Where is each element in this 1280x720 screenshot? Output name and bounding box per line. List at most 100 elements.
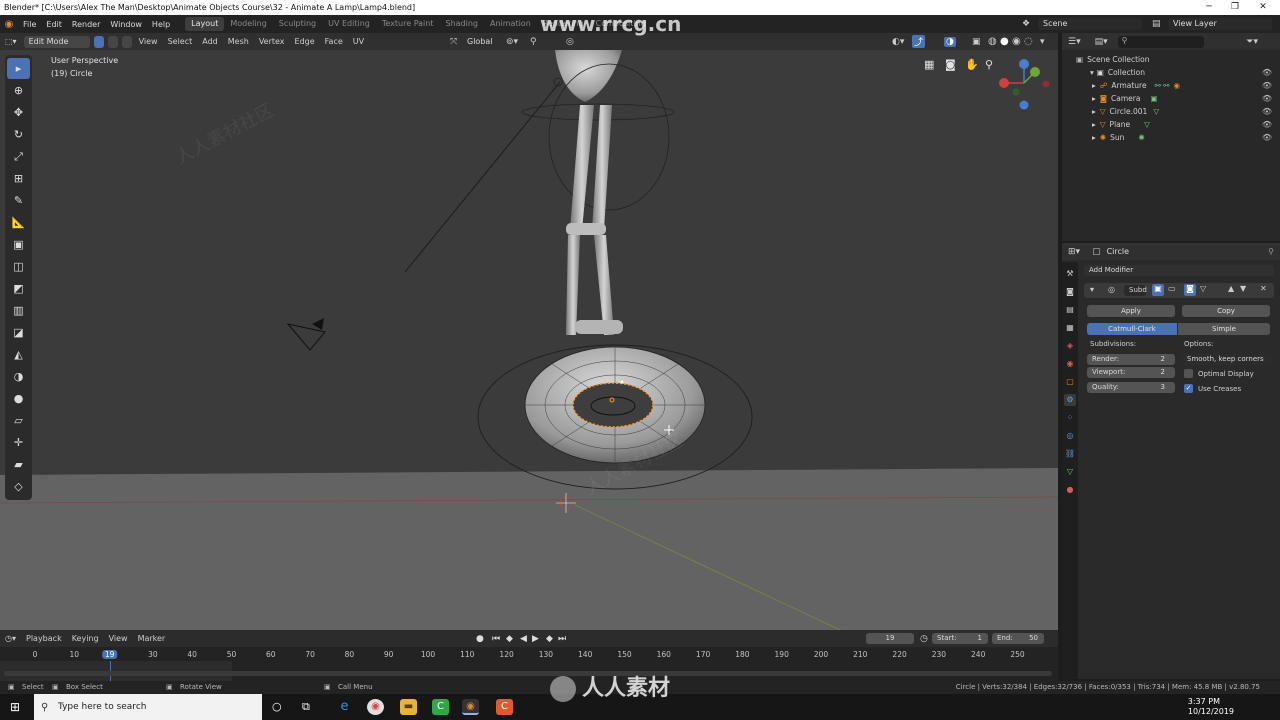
jump-start-icon[interactable]: ⏮ [492, 634, 500, 644]
vertex-select-icon[interactable] [93, 35, 104, 48]
xray-icon[interactable]: ▣ [972, 37, 981, 47]
menu-help[interactable]: Help [147, 20, 175, 29]
scale-icon[interactable]: ⤢ [7, 146, 30, 167]
camtasia-green-icon[interactable]: C [432, 699, 449, 715]
cursor-icon[interactable]: ⊕ [7, 80, 30, 101]
mode-selector[interactable]: Edit Mode [23, 35, 90, 48]
physics-tab-icon[interactable]: ◎ [1064, 430, 1076, 442]
menu-keying[interactable]: Keying [67, 634, 104, 643]
rotate-icon[interactable]: ↻ [7, 124, 30, 145]
pan-hand-icon[interactable]: ✋ [965, 58, 979, 71]
edge-select-icon[interactable] [107, 35, 118, 48]
pin-icon[interactable]: ⚲ [1268, 247, 1274, 256]
display-mode-icon[interactable]: ▤▾ [1095, 37, 1108, 47]
visibility-eye-icon[interactable]: 👁 [1262, 107, 1272, 116]
menu-face[interactable]: Face [320, 37, 348, 46]
bevel-icon[interactable]: ◩ [7, 278, 30, 299]
world-tab-icon[interactable]: ◉ [1064, 358, 1076, 370]
outliner-item-circle001[interactable]: ▸ ▽ Circle.001 ▽ 👁 [1062, 105, 1280, 118]
menu-vertex[interactable]: Vertex [254, 37, 290, 46]
scene-tab-icon[interactable]: ◈ [1064, 340, 1076, 352]
menu-window[interactable]: Window [105, 20, 147, 29]
current-frame-field[interactable]: 19 [866, 633, 914, 644]
realtime-toggle-icon[interactable]: ▭ [1168, 284, 1176, 293]
particles-tab-icon[interactable]: ⁘ [1064, 412, 1076, 424]
material-tab-icon[interactable]: ● [1064, 484, 1076, 496]
visibility-eye-icon[interactable]: 👁 [1262, 68, 1272, 77]
move-down-icon[interactable]: ▼ [1240, 284, 1246, 293]
camera-view-icon[interactable]: ▦ [924, 58, 934, 71]
remove-modifier-icon[interactable]: ✕ [1260, 284, 1267, 293]
output-tab-icon[interactable]: ▤ [1064, 304, 1076, 316]
close-button[interactable]: ✕ [1250, 0, 1276, 15]
tab-shading[interactable]: Shading [439, 17, 484, 31]
measure-icon[interactable]: 📐 [7, 212, 30, 233]
tool-tab-icon[interactable]: ⚒ [1064, 268, 1076, 280]
add-modifier-dropdown[interactable]: Add Modifier [1084, 265, 1274, 276]
tab-animation[interactable]: Animation [484, 17, 537, 31]
apply-button[interactable]: Apply [1087, 305, 1175, 317]
knife-icon[interactable]: ◪ [7, 322, 30, 343]
uv-smooth-dropdown[interactable]: Smooth, keep corners [1182, 354, 1272, 365]
preview-range-icon[interactable]: ◷ [920, 634, 928, 644]
object-tab-icon[interactable]: ▢ [1064, 376, 1076, 388]
taskbar-search-input[interactable]: ⚲ Type here to search [34, 694, 262, 720]
menu-view[interactable]: View [134, 37, 163, 46]
shear-icon[interactable]: ▰ [7, 454, 30, 475]
menu-add[interactable]: Add [197, 37, 223, 46]
catmull-clark-button[interactable]: Catmull-Clark [1087, 323, 1177, 335]
modifier-name-field[interactable]: Subd [1124, 285, 1147, 296]
menu-marker[interactable]: Marker [133, 634, 171, 643]
menu-edit[interactable]: Edit [41, 20, 67, 29]
task-view-icon[interactable]: ⧉ [302, 700, 310, 714]
windows-start-icon[interactable]: ⊞ [10, 700, 20, 714]
prev-keyframe-icon[interactable]: ◆ [506, 634, 513, 644]
blender-logo-icon[interactable]: ◉ [0, 19, 18, 30]
outliner-scene-collection[interactable]: ▣ Scene Collection [1062, 53, 1280, 66]
cortana-icon[interactable]: ○ [272, 700, 282, 713]
extrude-icon[interactable]: ▣ [7, 234, 30, 255]
end-frame-field[interactable]: End: 50 [992, 633, 1044, 644]
quality-field[interactable]: Quality: 3 [1087, 382, 1175, 393]
menu-playback[interactable]: Playback [21, 634, 67, 643]
optimal-display-checkbox[interactable] [1184, 369, 1193, 378]
rendered-shading-icon[interactable]: ◌ [1024, 36, 1033, 47]
snap-icon[interactable]: ⚲ [530, 37, 537, 47]
menu-mesh[interactable]: Mesh [223, 37, 254, 46]
maximize-button[interactable]: ❐ [1222, 0, 1248, 15]
scene-selector[interactable]: Scene [1038, 18, 1142, 30]
filter-icon[interactable]: ⏷▾ [1246, 37, 1258, 47]
editor-type-icon[interactable]: ⬚▾ [0, 37, 22, 46]
chrome-browser-icon[interactable]: ◉ [367, 699, 384, 715]
view-layer-selector[interactable]: View Layer [1168, 18, 1272, 30]
render-tab-icon[interactable]: ◙ [1064, 286, 1076, 298]
render-levels-field[interactable]: Render: 2 [1087, 354, 1175, 365]
spin-icon[interactable]: ◑ [7, 366, 30, 387]
shading-options-icon[interactable]: ▾ [1040, 37, 1045, 47]
camera-icon[interactable]: ◙ [945, 58, 956, 71]
visibility-eye-icon[interactable]: 👁 [1262, 94, 1272, 103]
wireframe-shading-icon[interactable]: ◍ [988, 36, 997, 47]
edge-slide-icon[interactable]: ▱ [7, 410, 30, 431]
loop-cut-icon[interactable]: ▥ [7, 300, 30, 321]
material-shading-icon[interactable]: ◉ [1012, 36, 1021, 47]
tab-layout[interactable]: Layout [185, 17, 225, 31]
use-creases-checkbox[interactable]: ✓ [1184, 384, 1193, 393]
proportional-edit-icon[interactable]: ◎ [566, 37, 574, 47]
outliner-item-armature[interactable]: ▸ ☍ Armature ⚯ ⚯ ◉ 👁 [1062, 79, 1280, 92]
menu-render[interactable]: Render [67, 20, 105, 29]
solid-shading-icon[interactable]: ● [1000, 36, 1009, 47]
timeline-editor-icon[interactable]: ◷▾ [0, 634, 21, 643]
pivot-icon[interactable]: ⊚▾ [506, 37, 518, 47]
3d-viewport[interactable]: User Perspective (19) Circle ▦ ◙ ✋ ⚲ 人人素… [0, 50, 1058, 630]
orientation-selector[interactable]: Global [462, 35, 500, 48]
menu-uv[interactable]: UV [348, 37, 369, 46]
tab-uv-editing[interactable]: UV Editing [322, 17, 376, 31]
rip-icon[interactable]: ◇ [7, 476, 30, 497]
visibility-eye-icon[interactable]: 👁 [1262, 120, 1272, 129]
menu-select[interactable]: Select [163, 37, 198, 46]
visibility-icon[interactable]: ◐▾ [892, 37, 904, 47]
simple-button[interactable]: Simple [1178, 323, 1270, 335]
menu-file[interactable]: File [18, 20, 41, 29]
collapse-arrow-icon[interactable]: ▾ [1090, 285, 1094, 294]
